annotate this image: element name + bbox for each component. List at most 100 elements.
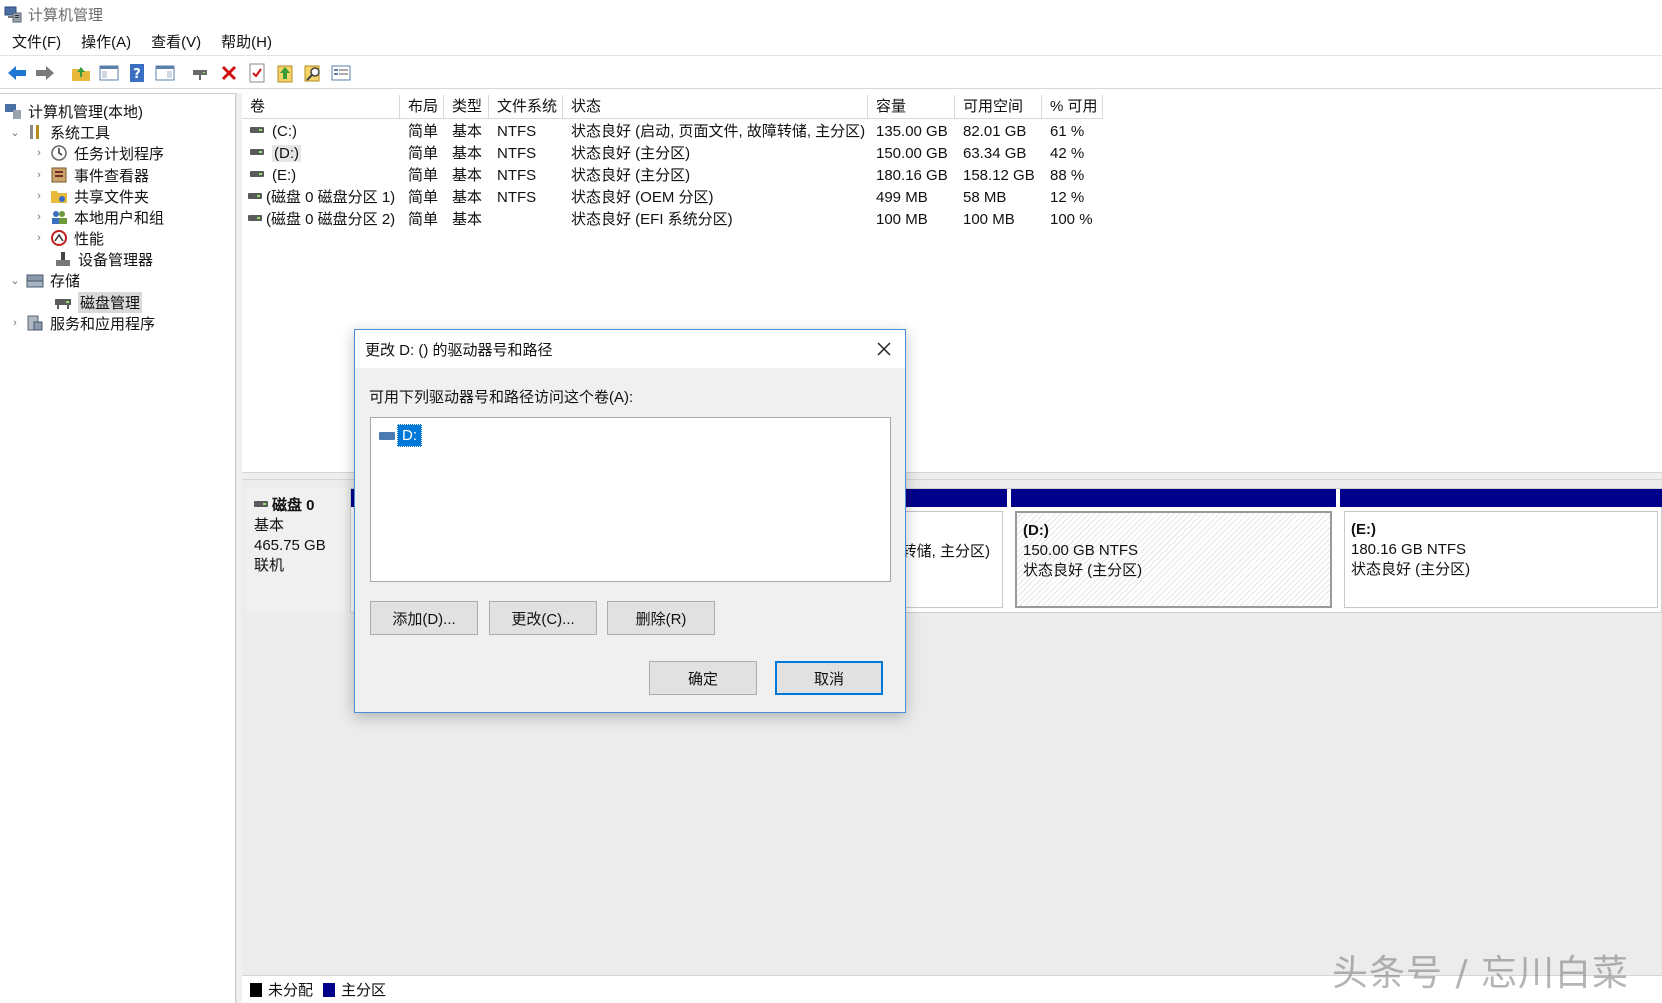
cell-layout: 简单 xyxy=(408,145,439,162)
remove-button[interactable]: 删除(R) xyxy=(607,601,715,635)
drive-path-list[interactable]: D: xyxy=(370,417,891,582)
drive-icon xyxy=(250,171,264,178)
column-header-percent-free[interactable]: % 可用 xyxy=(1042,95,1103,119)
tree-item-event-viewer[interactable]: › 事件查看器 xyxy=(32,164,149,186)
cell-status: 状态良好 (主分区) xyxy=(571,145,691,162)
cancel-button[interactable]: 取消 xyxy=(775,661,883,695)
cell-percent-free: 88 % xyxy=(1050,167,1085,184)
list-item[interactable]: D: xyxy=(379,424,422,447)
table-row[interactable]: (C:) 简单 基本 NTFS 状态良好 (启动, 页面文件, 故障转储, 主分… xyxy=(242,121,1103,143)
dialog-titlebar: 更改 D: () 的驱动器号和路径 xyxy=(355,330,905,368)
cell-percent-free: 61 % xyxy=(1050,123,1085,140)
chevron-right-icon[interactable]: › xyxy=(32,147,46,159)
chevron-down-icon[interactable]: ⌄ xyxy=(8,274,22,287)
table-row[interactable]: (磁盘 0 磁盘分区 2) 简单 基本 状态良好 (EFI 系统分区) 100 … xyxy=(242,209,1103,231)
cell-capacity: 135.00 GB xyxy=(876,123,948,140)
table-row[interactable]: (D:) 简单 基本 NTFS 状态良好 (主分区) 150.00 GB 63.… xyxy=(242,143,1103,165)
cell-capacity: 499 MB xyxy=(876,189,928,206)
tree-item-root[interactable]: 计算机管理(本地) xyxy=(4,100,143,122)
find-icon[interactable] xyxy=(300,60,326,86)
tree-item-system-tools[interactable]: ⌄ 系统工具 xyxy=(8,121,110,143)
partition-status: 状态良好 (主分区) xyxy=(1023,562,1143,579)
tree-item-shared-folders[interactable]: › 共享文件夹 xyxy=(32,185,149,207)
tree-item-performance[interactable]: › 性能 xyxy=(32,227,104,249)
show-hide-console-tree-icon[interactable] xyxy=(96,60,122,86)
tree-label: 存储 xyxy=(50,272,81,290)
tree-label: 本地用户和组 xyxy=(74,209,165,227)
partition-e[interactable]: (E:) 180.16 GB NTFS 状态良好 (主分区) xyxy=(1340,489,1662,612)
list-item-label: D: xyxy=(397,424,422,447)
tree-label: 磁盘管理 xyxy=(78,291,143,313)
chevron-down-icon[interactable]: ⌄ xyxy=(8,126,22,139)
show-hide-action-pane-icon[interactable] xyxy=(152,60,178,86)
connect-drive-icon[interactable] xyxy=(188,60,214,86)
cell-volume: (C:) xyxy=(272,123,297,140)
ok-button[interactable]: 确定 xyxy=(649,661,757,695)
partition-d[interactable]: (D:) 150.00 GB NTFS 状态良好 (主分区) xyxy=(1011,489,1336,612)
shared-folder-icon xyxy=(50,187,68,205)
drive-icon xyxy=(248,193,262,200)
chevron-right-icon[interactable]: › xyxy=(8,317,22,329)
tree-item-local-users[interactable]: › 本地用户和组 xyxy=(32,206,164,228)
partition-size: 150.00 GB NTFS xyxy=(1023,542,1139,559)
window-title: 计算机管理 xyxy=(28,6,104,24)
storage-icon xyxy=(26,271,44,289)
disk-name: 磁盘 0 xyxy=(272,497,315,514)
services-icon xyxy=(26,314,44,332)
chevron-right-icon[interactable]: › xyxy=(32,190,46,202)
disk-info[interactable]: 磁盘 0 基本 465.75 GB 联机 xyxy=(246,488,346,613)
tree-item-task-scheduler[interactable]: › 任务计划程序 xyxy=(32,142,164,164)
menu-action[interactable]: 操作(A) xyxy=(71,30,141,56)
cell-volume: (D:) xyxy=(272,145,301,162)
window-titlebar: 计算机管理 xyxy=(0,0,1662,28)
export-list-icon[interactable] xyxy=(272,60,298,86)
cell-volume: (E:) xyxy=(272,167,297,184)
cell-type: 基本 xyxy=(452,145,483,162)
tree-item-storage[interactable]: ⌄ 存储 xyxy=(8,269,80,291)
cell-layout: 简单 xyxy=(408,211,439,228)
tree-item-disk-management[interactable]: 磁盘管理 xyxy=(54,291,143,313)
tree-label: 任务计划程序 xyxy=(74,145,165,163)
up-folder-icon[interactable] xyxy=(68,60,94,86)
menu-view[interactable]: 查看(V) xyxy=(141,30,211,56)
column-header-volume[interactable]: 卷 xyxy=(242,95,400,119)
chevron-right-icon[interactable]: › xyxy=(32,211,46,223)
options-icon[interactable] xyxy=(328,60,354,86)
cell-status: 状态良好 (EFI 系统分区) xyxy=(571,211,733,228)
table-row[interactable]: (磁盘 0 磁盘分区 1) 简单 基本 NTFS 状态良好 (OEM 分区) 4… xyxy=(242,187,1103,209)
change-button[interactable]: 更改(C)... xyxy=(489,601,597,635)
tools-icon xyxy=(26,123,44,141)
add-button[interactable]: 添加(D)... xyxy=(370,601,478,635)
chevron-right-icon[interactable]: › xyxy=(32,169,46,181)
back-arrow-icon[interactable] xyxy=(4,60,30,86)
cell-status: 状态良好 (主分区) xyxy=(571,167,691,184)
column-header-type[interactable]: 类型 xyxy=(444,95,489,119)
help-icon[interactable]: ? xyxy=(124,60,150,86)
column-header-status[interactable]: 状态 xyxy=(563,95,868,119)
menu-file[interactable]: 文件(F) xyxy=(0,30,71,56)
partition-name: (D:) xyxy=(1023,522,1049,539)
tree-item-services-apps[interactable]: › 服务和应用程序 xyxy=(8,312,155,334)
cell-filesystem: NTFS xyxy=(497,145,537,162)
cell-free-space: 158.12 GB xyxy=(963,167,1035,184)
properties-icon[interactable] xyxy=(244,60,270,86)
cell-layout: 简单 xyxy=(408,189,439,206)
cell-status: 状态良好 (OEM 分区) xyxy=(571,189,714,206)
partition-status: 状态良好 (主分区) xyxy=(1351,561,1471,578)
menu-help[interactable]: 帮助(H) xyxy=(211,30,282,56)
forward-arrow-icon[interactable] xyxy=(32,60,58,86)
column-header-layout[interactable]: 布局 xyxy=(400,95,444,119)
disk-icon xyxy=(254,501,268,507)
toolbar: ? xyxy=(0,57,1662,89)
tree-item-device-manager[interactable]: 设备管理器 xyxy=(54,248,153,270)
cell-free-space: 82.01 GB xyxy=(963,123,1027,140)
table-row[interactable]: (E:) 简单 基本 NTFS 状态良好 (主分区) 180.16 GB 158… xyxy=(242,165,1103,187)
column-header-capacity[interactable]: 容量 xyxy=(868,95,955,119)
tree-label: 性能 xyxy=(74,230,105,248)
column-header-filesystem[interactable]: 文件系统 xyxy=(489,95,563,119)
column-header-free-space[interactable]: 可用空间 xyxy=(955,95,1042,119)
close-icon[interactable] xyxy=(871,336,897,362)
delete-icon[interactable] xyxy=(216,60,242,86)
chevron-right-icon[interactable]: › xyxy=(32,232,46,244)
cell-type: 基本 xyxy=(452,123,483,140)
